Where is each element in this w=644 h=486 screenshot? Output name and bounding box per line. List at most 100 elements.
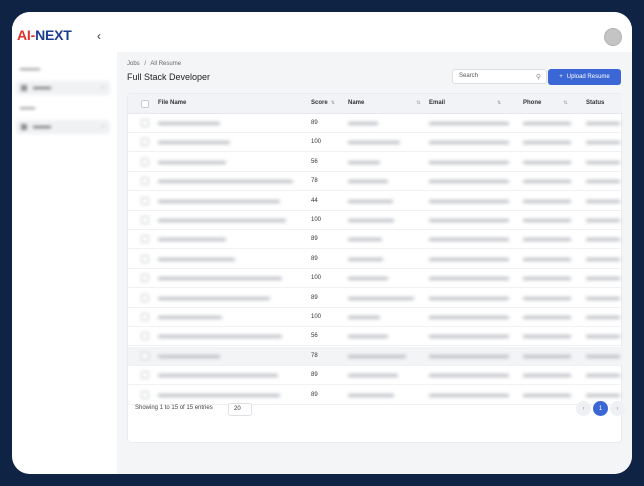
column-header-status[interactable]: Status <box>586 100 604 106</box>
column-header-email[interactable]: Email ⇅ <box>429 100 501 106</box>
table-row[interactable]: 56 <box>128 153 623 172</box>
file-name-cell <box>158 354 220 358</box>
table-row[interactable]: 100 <box>128 308 623 327</box>
status-cell <box>586 199 620 203</box>
column-header-name[interactable]: Name ⇅ <box>348 100 421 106</box>
row-checkbox[interactable] <box>141 293 149 302</box>
row-checkbox[interactable] <box>141 138 149 147</box>
app-window: AI-NEXT ‹ ▬▬▬▬ ▬▬▬ › ▬▬▬ ▬▬▬ › Jobs / Al… <box>12 12 632 474</box>
breadcrumb-current: All Resume <box>150 61 182 67</box>
status-cell <box>586 180 620 184</box>
email-cell <box>429 354 509 358</box>
breadcrumb-link-jobs[interactable]: Jobs <box>127 61 140 67</box>
score-cell: 89 <box>311 372 318 379</box>
score-cell: 89 <box>311 120 318 126</box>
select-all-checkbox[interactable] <box>141 100 149 108</box>
sidebar-item-jobs[interactable]: ▬▬▬ › <box>16 81 110 95</box>
row-checkbox[interactable] <box>141 235 149 244</box>
menu-icon <box>21 124 27 130</box>
row-checkbox[interactable] <box>141 216 149 224</box>
row-checkbox[interactable] <box>141 351 149 360</box>
table-row[interactable]: 89 <box>128 366 623 386</box>
row-checkbox[interactable] <box>141 313 149 321</box>
status-cell <box>586 277 620 281</box>
name-cell <box>348 199 393 203</box>
table-row[interactable]: 89 <box>128 386 623 405</box>
table-row[interactable]: 100 <box>128 211 623 230</box>
name-cell <box>348 354 406 358</box>
phone-cell <box>523 335 571 339</box>
email-cell <box>429 219 509 222</box>
phone-cell <box>523 122 571 125</box>
name-cell <box>348 141 400 145</box>
status-cell <box>586 393 620 397</box>
score-cell: 44 <box>311 197 318 204</box>
file-name-cell <box>158 238 226 242</box>
row-checkbox[interactable] <box>141 254 149 263</box>
row-checkbox[interactable] <box>141 196 149 205</box>
pagination-next-button[interactable]: › <box>610 401 625 416</box>
row-checkbox[interactable] <box>141 119 149 127</box>
row-checkbox[interactable] <box>141 390 149 399</box>
table-row[interactable]: 89 <box>128 289 623 308</box>
row-checkbox[interactable] <box>141 332 149 341</box>
phone-cell <box>523 141 571 145</box>
phone-cell <box>523 296 571 300</box>
table-row[interactable]: 100 <box>128 269 623 289</box>
email-cell <box>429 316 509 319</box>
sidebar-section-header: ▬▬▬ <box>20 105 35 111</box>
status-cell <box>586 160 620 164</box>
row-checkbox[interactable] <box>141 177 149 186</box>
table-row[interactable]: 56 <box>128 327 623 347</box>
sidebar: ▬▬▬▬ ▬▬▬ › ▬▬▬ ▬▬▬ › <box>12 52 117 474</box>
score-cell: 78 <box>311 352 318 359</box>
pagination-page-1[interactable]: 1 <box>593 401 608 416</box>
chevron-left-icon[interactable]: ‹ <box>97 29 101 43</box>
avatar[interactable] <box>604 28 622 46</box>
file-name-cell <box>158 160 226 164</box>
sort-icon: ⇅ <box>416 100 421 106</box>
row-checkbox[interactable] <box>141 371 149 380</box>
email-cell <box>429 296 509 300</box>
phone-cell <box>523 257 571 261</box>
column-header-phone[interactable]: Phone ⇅ <box>523 100 568 106</box>
resume-table-card: File Name Score ⇅ Name ⇅ Email ⇅ Phone ⇅ Sta… <box>127 93 625 443</box>
email-cell <box>429 335 509 339</box>
name-cell <box>348 393 394 397</box>
breadcrumb: Jobs / All Resume <box>127 61 184 67</box>
page-size-select[interactable]: 20 <box>228 403 252 416</box>
briefcase-icon <box>21 85 27 91</box>
status-cell <box>586 238 620 242</box>
email-cell <box>429 199 509 203</box>
column-header-score[interactable]: Score ⇅ <box>311 100 335 106</box>
name-cell <box>348 335 388 339</box>
score-cell: 89 <box>311 255 318 262</box>
table-row[interactable]: 78 <box>128 346 623 366</box>
table-row[interactable]: 89 <box>128 230 623 250</box>
phone-cell <box>523 354 571 358</box>
name-cell <box>348 316 380 319</box>
table-row[interactable]: 89 <box>128 114 623 133</box>
table-row[interactable]: 78 <box>128 172 623 192</box>
table-row[interactable]: 89 <box>128 250 623 269</box>
row-checkbox[interactable] <box>141 157 149 166</box>
upload-resume-button[interactable]: + Upload Resume <box>548 69 621 85</box>
pagination-prev-button[interactable]: ‹ <box>576 401 591 416</box>
email-cell <box>429 160 509 164</box>
sidebar-section-header: ▬▬▬▬ <box>20 66 40 72</box>
sidebar-item-other[interactable]: ▬▬▬ › <box>16 120 110 134</box>
main-content: Jobs / All Resume Full Stack Developer S… <box>117 52 632 474</box>
column-header-file-name[interactable]: File Name <box>158 100 186 106</box>
row-checkbox[interactable] <box>141 274 149 283</box>
file-name-cell <box>158 199 280 203</box>
name-cell <box>348 277 388 281</box>
score-cell: 89 <box>311 236 318 243</box>
sort-icon: ⇅ <box>330 100 335 106</box>
table-row[interactable]: 100 <box>128 133 623 153</box>
table-row[interactable]: 44 <box>128 192 623 211</box>
search-input[interactable]: Search ⚲ <box>452 69 547 84</box>
score-cell: 89 <box>311 294 318 301</box>
file-name-cell <box>158 335 282 339</box>
status-cell <box>586 335 620 339</box>
search-placeholder: Search <box>459 73 479 79</box>
